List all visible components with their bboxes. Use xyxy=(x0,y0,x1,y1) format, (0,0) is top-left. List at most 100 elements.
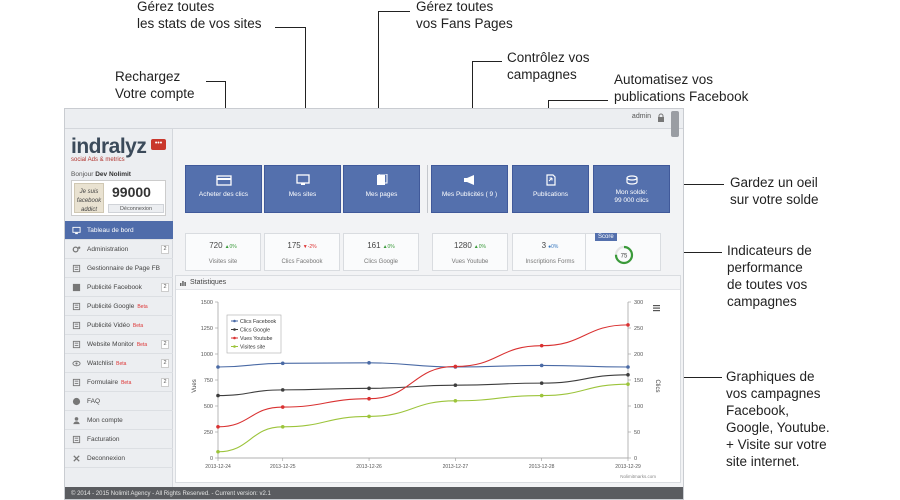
sidebar-item-label: Watchlist Beta xyxy=(87,360,127,367)
chart-menu-icon[interactable] xyxy=(653,305,660,312)
series-line-1 xyxy=(217,374,629,397)
action-button-monitor[interactable]: Mes sites xyxy=(264,165,341,213)
data-point[interactable] xyxy=(626,365,630,369)
chart-menu-bar xyxy=(653,305,660,307)
count-badge: 2 xyxy=(161,283,169,292)
close-icon xyxy=(73,455,80,462)
data-point[interactable] xyxy=(216,449,220,454)
y-tick-label-right: 100 xyxy=(634,404,643,410)
series-line-0 xyxy=(217,362,629,368)
data-point[interactable] xyxy=(367,414,371,419)
kpi-value: 161 xyxy=(367,241,381,250)
data-point[interactable] xyxy=(367,361,371,365)
kpi-change-value: 0% xyxy=(478,244,486,250)
data-point[interactable] xyxy=(626,373,630,377)
legend-label[interactable]: Clics Facebook xyxy=(240,319,277,325)
action-button-label: Publications xyxy=(532,191,569,198)
callout-charts: Graphiques de vos campagnes Facebook, Go… xyxy=(726,369,830,469)
sidebar-item-tableau-de-bord[interactable]: Tableau de bord xyxy=(65,221,173,240)
action-button-label: Acheter des clics xyxy=(198,191,249,198)
callout-stats: Gérez toutes les stats de vos sites xyxy=(137,0,262,31)
leader-line xyxy=(680,184,724,185)
sidebar-item-facturation[interactable]: Facturation xyxy=(65,430,173,449)
kpi-change-value: -2% xyxy=(307,244,317,250)
sidebar-item-publicit-facebook[interactable]: Publicité Facebook 2 xyxy=(65,278,173,297)
kpi-card: 3 ●0% Inscriptions Forms xyxy=(512,233,588,271)
data-point[interactable] xyxy=(539,381,544,385)
admin-user-menu[interactable]: admin xyxy=(632,113,651,120)
callout-automate: Automatisez vos publications Facebook xyxy=(614,72,749,104)
avatar[interactable]: Je suis facebook addict xyxy=(74,183,104,213)
greeting-name: Dev Nolimit xyxy=(95,171,131,178)
data-point[interactable] xyxy=(216,393,220,398)
logo-text: indralyz xyxy=(71,135,147,158)
sidebar-menu: Tableau de bord Administration 2 Gestionnai… xyxy=(65,221,173,468)
top-bar: admin xyxy=(65,109,683,137)
kpi-label: Clics Facebook xyxy=(281,259,323,265)
kpi-label: Inscriptions Forms xyxy=(525,259,575,265)
sidebar-item-gestionnaire-de-page-fb[interactable]: Gestionnaire de Page FB xyxy=(65,259,173,278)
data-point[interactable] xyxy=(216,365,220,369)
score-value: 75 xyxy=(621,254,628,260)
beta-badge: Beta xyxy=(136,342,148,348)
kpi-value: 1280 xyxy=(454,241,472,250)
x-tick-label: 2013-12-28 xyxy=(529,464,555,470)
leader-line xyxy=(680,252,722,253)
disconnect-button[interactable]: Déconnexion xyxy=(108,204,164,213)
action-button-megaphone[interactable]: Mes Publicités ( 9 ) xyxy=(431,165,508,213)
data-point[interactable] xyxy=(216,425,220,429)
sidebar-item-label: Publicité Facebook xyxy=(87,284,142,291)
greeting-prefix: Bonjour xyxy=(71,171,94,178)
balance-value: 99000 xyxy=(112,184,151,200)
desktop-icon xyxy=(72,340,81,349)
watermark: Nolimitmarks.com xyxy=(620,474,656,479)
user-box: Je suis facebook addict 99000 Déconnexio… xyxy=(71,180,166,216)
form-icon xyxy=(72,378,81,387)
kpi-card: 161 ▲0% Clics Google xyxy=(343,233,419,271)
y-tick-label-left: 0 xyxy=(210,456,213,462)
sidebar-item-deconnexion[interactable]: Deconnexion xyxy=(65,449,173,468)
data-point[interactable] xyxy=(367,396,371,401)
sidebar-item-publicit-vid-o[interactable]: Publicité Vidéo Beta xyxy=(65,316,173,335)
app-window: admin indralyz social Ads & metrics ••• … xyxy=(64,108,684,500)
data-point[interactable] xyxy=(280,425,285,429)
x-tick-label: 2013-12-24 xyxy=(205,464,231,470)
sidebar-item-website-monitor[interactable]: Website Monitor Beta 2 xyxy=(65,335,173,354)
data-point[interactable] xyxy=(453,364,458,369)
lock-icon[interactable] xyxy=(657,113,665,123)
data-point[interactable] xyxy=(539,393,544,398)
data-point[interactable] xyxy=(453,399,458,403)
action-button-credit-card[interactable]: Acheter des clics xyxy=(185,165,262,213)
sidebar-item-faq[interactable]: FAQ xyxy=(65,392,173,411)
kpi-change-value: 0% xyxy=(551,244,559,250)
gears-icon xyxy=(72,246,81,253)
sidebar-item-publicit-google[interactable]: Publicité Google Beta xyxy=(65,297,173,316)
data-point[interactable] xyxy=(539,363,544,368)
sidebar-item-administration[interactable]: Administration 2 xyxy=(65,240,173,259)
logo[interactable]: indralyz social Ads & metrics ••• xyxy=(71,135,166,163)
y-tick-label-left: 250 xyxy=(204,430,213,436)
data-point[interactable] xyxy=(626,382,630,386)
action-button-files[interactable]: Mes pages xyxy=(343,165,420,213)
data-point[interactable] xyxy=(626,323,630,327)
publish-icon xyxy=(545,174,556,186)
x-tick-label: 2013-12-25 xyxy=(270,464,296,470)
x-tick-label: 2013-12-27 xyxy=(443,464,469,470)
data-point[interactable] xyxy=(367,386,371,391)
data-point[interactable] xyxy=(453,383,458,387)
data-point[interactable] xyxy=(280,405,285,409)
sidebar-item-watchlist[interactable]: Watchlist Beta 2 xyxy=(65,354,173,373)
sidebar-item-label: Publicité Google Beta xyxy=(87,303,148,310)
data-point[interactable] xyxy=(280,388,285,392)
data-point[interactable] xyxy=(280,361,285,366)
sidebar-item-mon-compte[interactable]: Mon compte xyxy=(65,411,173,430)
kpi-change: ▲0% xyxy=(224,244,237,250)
legend-label[interactable]: Visites site xyxy=(240,345,265,351)
data-point[interactable] xyxy=(539,343,544,348)
sidebar-item-formulaire[interactable]: Formulaire Beta 2 xyxy=(65,373,173,392)
legend-label[interactable]: Vues Youtube xyxy=(240,336,273,342)
action-button-publish[interactable]: Publications xyxy=(512,165,589,213)
legend-label[interactable]: Clics Google xyxy=(240,328,270,334)
y-axis-label-left: Vues xyxy=(192,379,198,392)
action-button-coins[interactable]: Mon solde: 99 000 clics xyxy=(593,165,670,213)
